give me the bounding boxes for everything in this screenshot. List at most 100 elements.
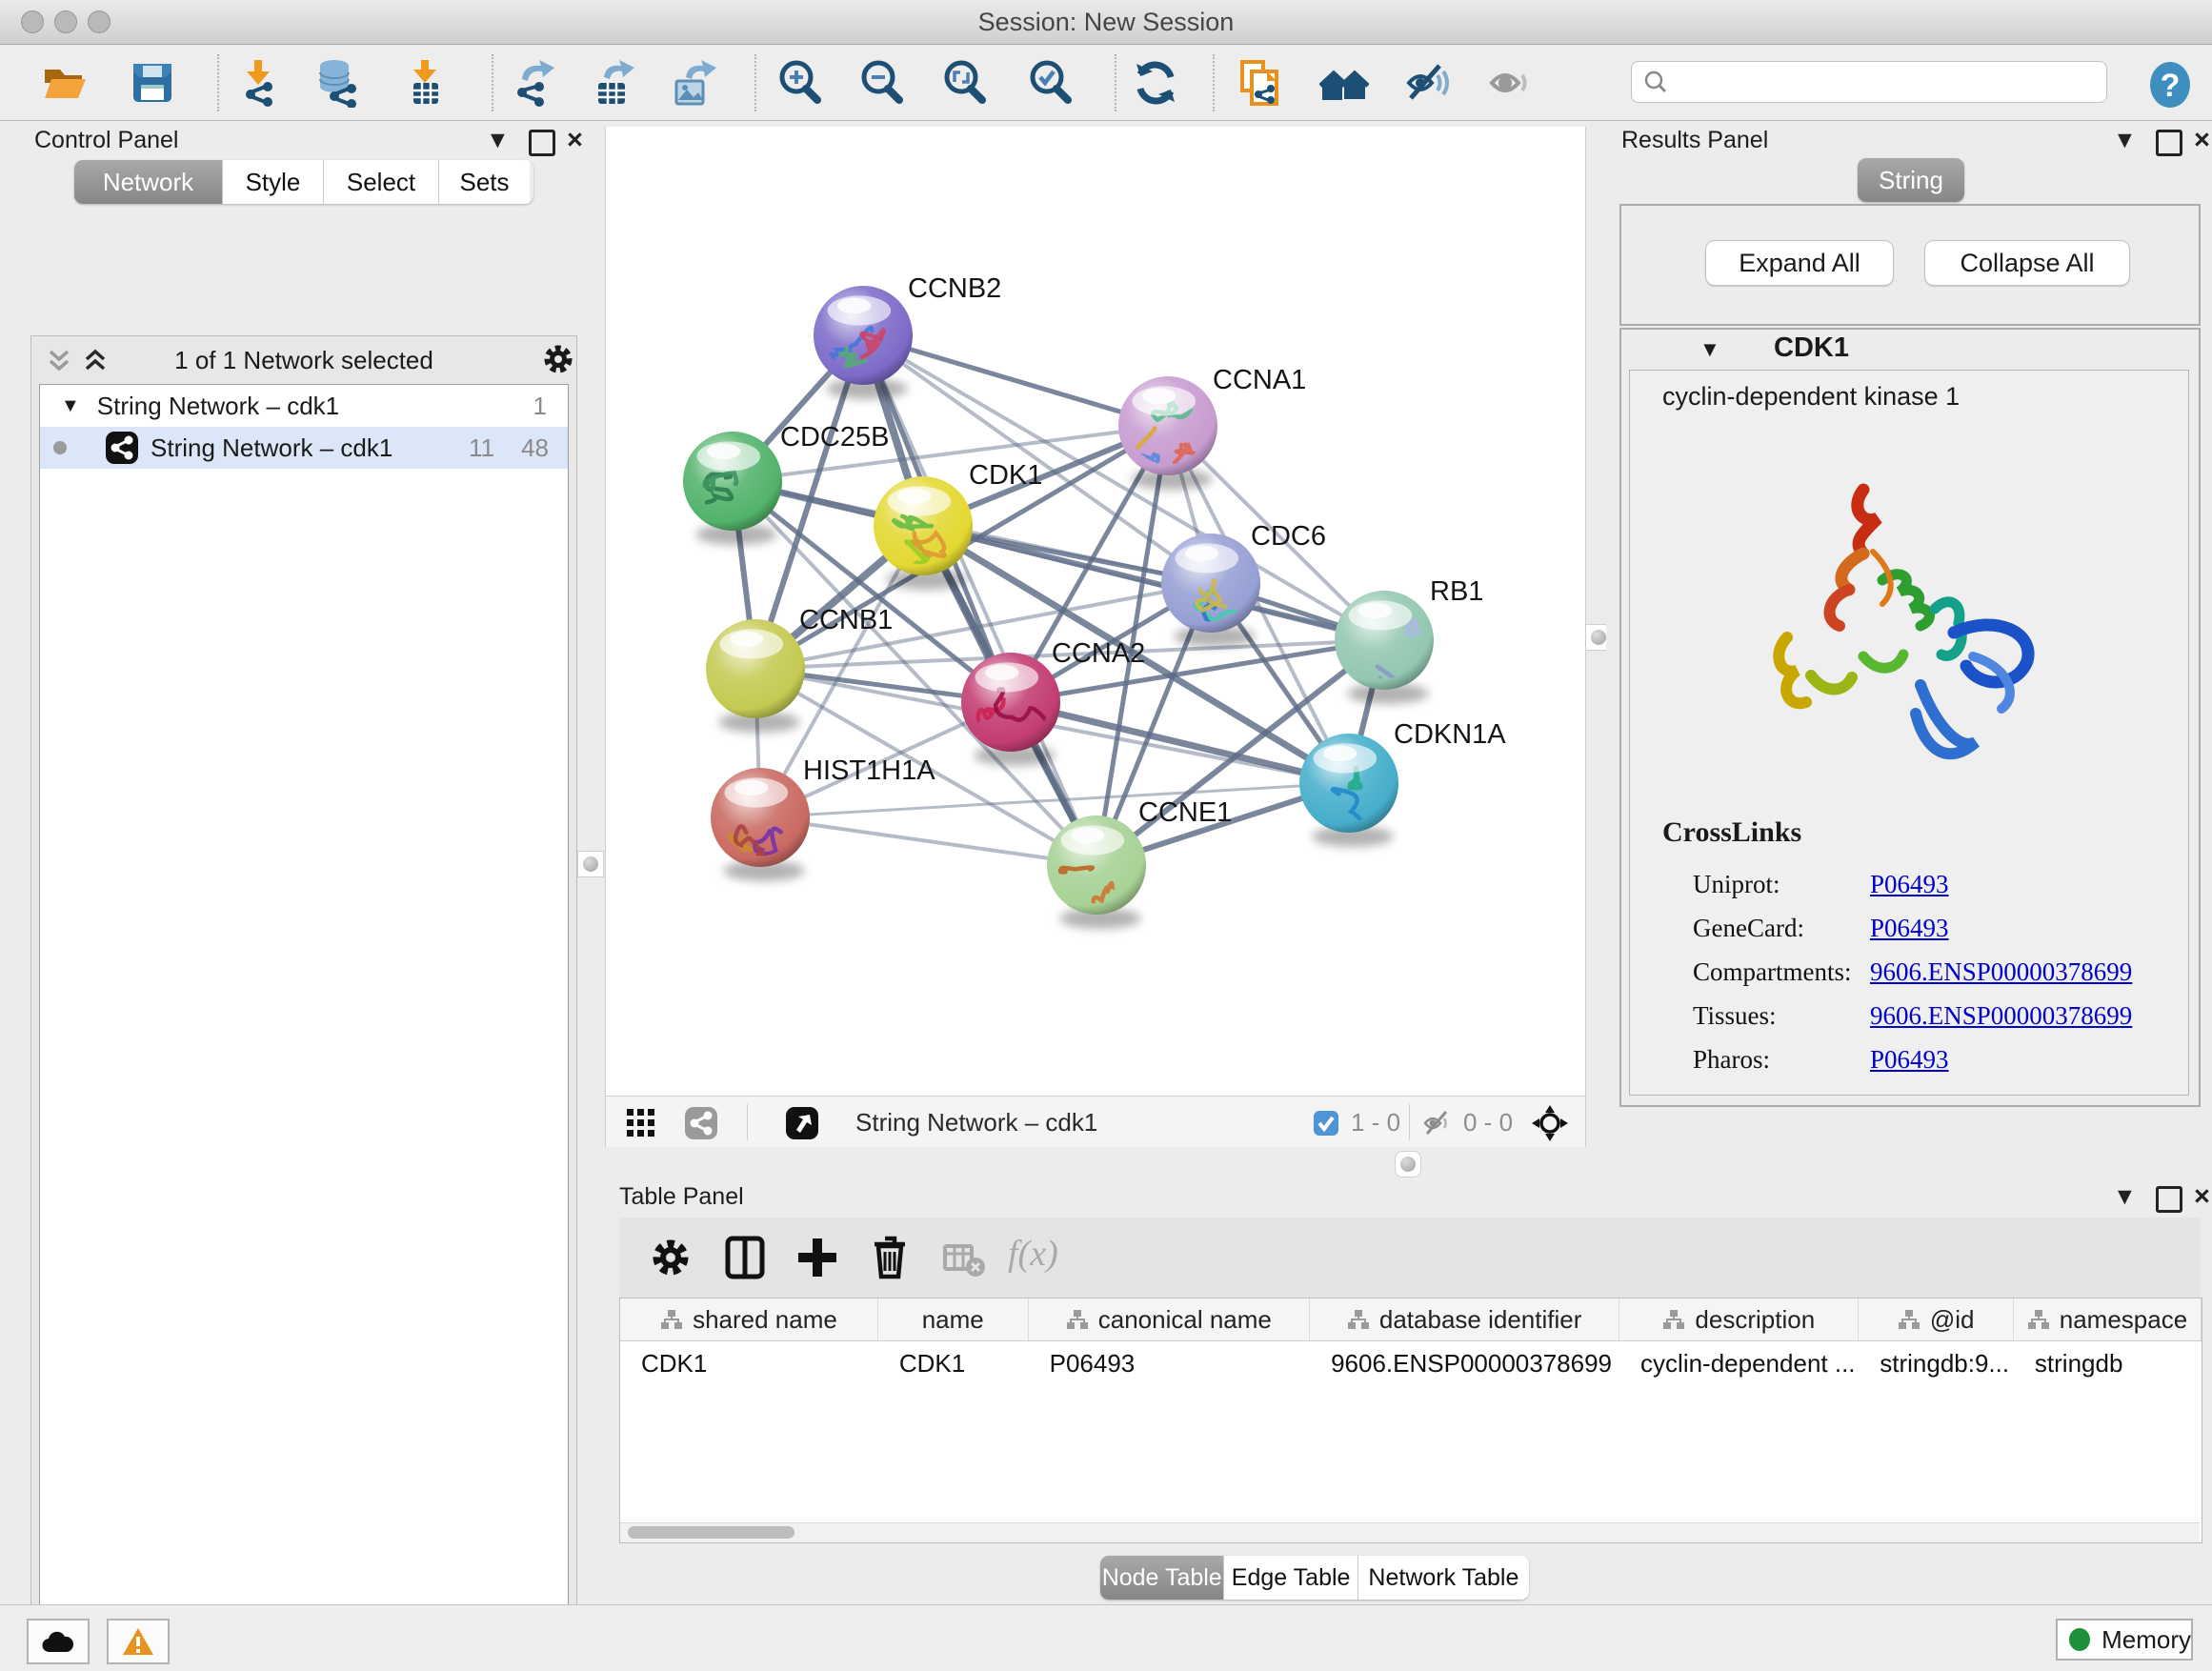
search-field[interactable] xyxy=(1631,61,2107,103)
network-node-cdkn1a[interactable] xyxy=(1299,734,1398,860)
panel-menu-icon[interactable]: ▼ xyxy=(2113,1183,2137,1211)
tab-sets[interactable]: Sets xyxy=(439,160,530,204)
network-node-hist1h1a[interactable] xyxy=(711,768,810,881)
duplicate-network-icon[interactable] xyxy=(1235,58,1284,108)
hide-selected-icon[interactable] xyxy=(1403,58,1453,108)
crosslink-link[interactable]: 9606.ENSP00000378699 xyxy=(1870,957,2132,987)
save-session-icon[interactable] xyxy=(128,58,177,108)
add-column-icon[interactable] xyxy=(793,1233,842,1282)
titlebar: Session: New Session xyxy=(0,0,2212,45)
network-node-ccnb2[interactable] xyxy=(814,286,913,399)
network-collection-row[interactable]: ▼ String Network – cdk1 1 xyxy=(40,385,568,427)
scrollbar-thumb[interactable] xyxy=(628,1526,794,1539)
export-image-icon[interactable] xyxy=(669,58,718,108)
import-network-icon[interactable] xyxy=(233,58,283,108)
network-node-ccna2[interactable] xyxy=(959,653,1068,766)
function-builder-icon: f(x) xyxy=(1008,1233,1058,1275)
show-all-icon[interactable] xyxy=(1486,58,1536,108)
section-collapse-icon[interactable]: ▼ xyxy=(1699,337,1720,362)
selected-checkbox[interactable] xyxy=(1313,1110,1339,1137)
table-cell[interactable]: 9606.ENSP00000378699 xyxy=(1310,1341,1619,1385)
table-cell[interactable]: CDK1 xyxy=(620,1341,878,1385)
collapse-all-button[interactable]: Collapse All xyxy=(1924,240,2130,286)
network-node-ccna1[interactable] xyxy=(1111,376,1217,490)
panel-float-icon[interactable] xyxy=(2156,130,2182,156)
split-column-icon[interactable] xyxy=(720,1233,770,1282)
panel-menu-icon[interactable]: ▼ xyxy=(486,127,510,154)
import-network-from-database-icon[interactable] xyxy=(313,58,363,108)
panel-close-icon[interactable]: × xyxy=(2194,125,2210,156)
horizontal-scrollbar[interactable] xyxy=(620,1522,2200,1542)
table-cell[interactable]: stringdb xyxy=(2014,1341,2202,1385)
tab-style[interactable]: Style xyxy=(223,160,324,204)
birds-eye-view-icon[interactable] xyxy=(785,1106,819,1140)
panel-close-icon[interactable]: × xyxy=(2194,1181,2210,1213)
column-header-description[interactable]: description xyxy=(1619,1299,1859,1340)
left-splitter-handle[interactable] xyxy=(577,851,604,877)
refresh-icon[interactable] xyxy=(1131,58,1180,108)
table-row[interactable]: CDK1CDK1P064939606.ENSP00000378699cyclin… xyxy=(620,1341,2202,1385)
help-icon[interactable]: ? xyxy=(2145,60,2195,110)
tab-string[interactable]: String xyxy=(1858,158,1964,202)
pan-crosshair-icon[interactable] xyxy=(1532,1105,1568,1141)
hidden-eye-icon[interactable] xyxy=(1423,1109,1456,1137)
open-session-icon[interactable] xyxy=(40,58,90,108)
panel-close-icon[interactable]: × xyxy=(567,125,583,156)
collapse-triangle-icon[interactable]: ▼ xyxy=(61,395,80,417)
column-header-name[interactable]: name xyxy=(878,1299,1029,1340)
panel-float-icon[interactable] xyxy=(529,130,555,156)
crosslink-link[interactable]: P06493 xyxy=(1870,1045,1949,1075)
string-network-icon xyxy=(105,431,139,465)
network-node-cdk1[interactable] xyxy=(874,476,973,590)
search-input[interactable] xyxy=(1668,67,2081,98)
delete-column-icon[interactable] xyxy=(865,1233,915,1282)
table-cell[interactable]: cyclin-dependent ... xyxy=(1619,1341,1859,1385)
first-neighbors-icon[interactable] xyxy=(1319,58,1369,108)
network-node-cdc25b[interactable] xyxy=(683,432,782,545)
horizontal-splitter-handle[interactable] xyxy=(1395,1151,1421,1178)
table-cell[interactable]: P06493 xyxy=(1029,1341,1310,1385)
panel-menu-icon[interactable]: ▼ xyxy=(2113,127,2137,154)
crosslink-link[interactable]: P06493 xyxy=(1870,914,1949,943)
network-node-ccnb1[interactable] xyxy=(706,619,805,733)
grid-view-icon[interactable] xyxy=(627,1109,655,1137)
tab-select[interactable]: Select xyxy=(324,160,439,204)
tab-edge-table[interactable]: Edge Table xyxy=(1224,1556,1357,1600)
column-header-namespace[interactable]: namespace xyxy=(2014,1299,2202,1340)
column-header-shared-name[interactable]: shared name xyxy=(620,1299,878,1340)
settings-gear-icon[interactable] xyxy=(541,342,575,376)
column-header-database-identifier[interactable]: database identifier xyxy=(1310,1299,1619,1340)
network-node-rb1[interactable] xyxy=(1335,591,1434,704)
export-network-icon[interactable] xyxy=(509,58,558,108)
column-header-canonical-name[interactable]: canonical name xyxy=(1029,1299,1311,1340)
node-count: 11 xyxy=(469,433,494,463)
network-canvas[interactable]: CCNB2CCNA1CDC25BCDK1CDC6RB1CCNB1CCNA2CDK… xyxy=(605,127,1586,1096)
import-table-icon[interactable] xyxy=(400,58,450,108)
tab-network[interactable]: Network xyxy=(74,160,223,204)
current-network-title: String Network – cdk1 xyxy=(855,1097,1097,1148)
column-header--id[interactable]: @id xyxy=(1859,1299,2014,1340)
zoom-fit-icon[interactable] xyxy=(940,58,990,108)
network-row[interactable]: String Network – cdk1 11 48 xyxy=(40,427,568,469)
string-network-badge-icon[interactable] xyxy=(684,1106,718,1140)
panel-float-icon[interactable] xyxy=(2156,1186,2182,1213)
crosslink-link[interactable]: P06493 xyxy=(1870,870,1949,899)
crosslink-link[interactable]: 9606.ENSP00000378699 xyxy=(1870,1001,2132,1031)
memory-button[interactable]: Memory xyxy=(2056,1619,2193,1661)
zoom-selected-icon[interactable] xyxy=(1026,58,1076,108)
settings-gear-icon[interactable] xyxy=(646,1233,695,1282)
export-table-icon[interactable] xyxy=(589,58,638,108)
left-splitter[interactable] xyxy=(588,124,605,1147)
tab-network-table[interactable]: Network Table xyxy=(1358,1556,1529,1600)
tab-node-table[interactable]: Node Table xyxy=(1100,1556,1224,1600)
table-cell[interactable]: CDK1 xyxy=(878,1341,1029,1385)
zoom-out-icon[interactable] xyxy=(857,58,907,108)
warning-button[interactable] xyxy=(107,1619,170,1664)
memory-label: Memory xyxy=(2101,1625,2191,1655)
zoom-in-icon[interactable] xyxy=(775,58,825,108)
table-cell[interactable]: stringdb:9... xyxy=(1859,1341,2014,1385)
toolbar-separator xyxy=(492,54,493,111)
network-node-cdc6[interactable] xyxy=(1161,534,1260,647)
expand-all-button[interactable]: Expand All xyxy=(1705,240,1894,286)
cloud-button[interactable] xyxy=(27,1619,90,1664)
